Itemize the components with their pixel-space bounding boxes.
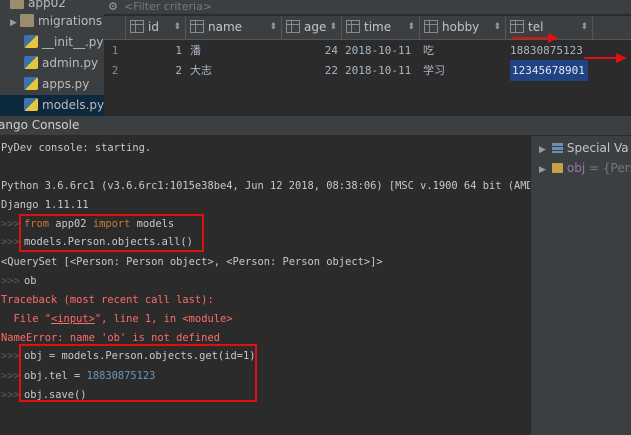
cell-name[interactable]: 潘 [190,40,280,61]
data-grid: ⚙ <Filter criteria> id ⬍ name ⬍ age ⬍ time ⬍ … [104,0,631,116]
console-title: ango Console [0,118,80,132]
console-line: Python 3.6.6rc1 (v3.6.6rc1:1015e38be4, J… [1,180,530,192]
column-header-hobby[interactable]: hobby ⬍ [420,16,506,39]
console-prompt: >>> [1,275,20,287]
column-header-age[interactable]: age ⬍ [282,16,342,39]
python-console[interactable]: PyDev console: starting. Python 3.6.6rc1… [0,136,530,435]
object-icon [551,163,563,173]
variables-panel: ▶ Special Va ▶ obj = {Pers [530,136,631,435]
console-input-line: ob [24,275,37,287]
console-tab-header[interactable]: ango Console [0,116,631,136]
console-line: PyDev console: starting. [1,142,152,154]
cell-hobby[interactable]: 学习 [423,60,503,81]
column-icon [286,20,300,33]
column-icon [190,20,204,33]
cell-time[interactable]: 2018-10-11 [345,40,419,61]
console-prompt: >>> [1,389,20,401]
traceback-line: File "<input>", line 1, in <module> [1,313,233,325]
console-prompt: >>> [1,218,20,230]
python-file-icon [24,35,38,48]
red-arrow-icon [584,53,627,63]
python-file-icon [24,98,38,111]
filter-input[interactable]: <Filter criteria> [124,0,212,13]
sort-icon[interactable]: ⬍ [407,16,415,39]
traceback-link[interactable]: <input> [51,313,95,325]
row-number-header [104,16,126,39]
column-icon [424,20,438,33]
variable-obj[interactable]: ▶ obj = {Pers [539,159,631,179]
cell-id[interactable]: 1 [126,40,182,61]
column-icon [346,20,360,33]
cell-time[interactable]: 2018-10-11 [345,60,419,81]
column-header-id[interactable]: id ⬍ [126,16,186,39]
project-tree: app02 ▶ migrations __init__.py admin.py a… [0,0,104,116]
cell-name[interactable]: 大志 [190,60,280,81]
error-line: NameError: name 'ob' is not defined [1,332,220,344]
sort-icon[interactable]: ⬍ [173,16,181,39]
column-icon [130,20,144,33]
variable-special[interactable]: ▶ Special Va [539,139,629,159]
tree-item-models[interactable]: models.py [0,95,104,116]
chevron-right-icon[interactable]: ▶ [539,165,546,175]
tree-item-init[interactable]: __init__.py [24,32,104,53]
cell-age[interactable]: 22 [282,60,338,81]
annotation-box [19,214,204,252]
chevron-right-icon[interactable]: ▶ [539,145,546,155]
console-line: Django 1.11.11 [1,199,89,211]
gear-icon[interactable]: ⚙ [108,0,118,13]
tree-item-apps[interactable]: apps.py [24,74,89,95]
column-header-name[interactable]: name ⬍ [186,16,282,39]
cell-id[interactable]: 2 [126,60,182,81]
tree-item-migrations[interactable]: ▶ migrations [10,11,102,32]
console-prompt: >>> [1,236,20,248]
tree-item-admin[interactable]: admin.py [24,53,98,74]
sort-icon[interactable]: ⬍ [329,16,337,39]
chevron-right-icon[interactable]: ▶ [10,13,20,34]
console-prompt: >>> [1,370,20,382]
python-file-icon [24,56,38,69]
filter-bar[interactable]: ⚙ <Filter criteria> [104,0,631,14]
annotation-box [19,344,257,402]
folder-icon [20,14,34,27]
annotation-arrows [512,33,627,63]
cell-age[interactable]: 24 [282,40,338,61]
console-prompt: >>> [1,350,20,362]
cell-hobby[interactable]: 吃 [423,40,503,61]
column-header-time[interactable]: time ⬍ [342,16,420,39]
traceback-line: Traceback (most recent call last): [1,294,214,306]
sort-icon[interactable]: ⬍ [269,16,277,39]
console-output-line: <QuerySet [<Person: Person object>, <Per… [1,256,383,268]
sort-icon[interactable]: ⬍ [493,16,501,39]
grid-icon [551,143,563,153]
python-file-icon [24,77,38,90]
folder-icon [10,0,24,9]
red-arrow-icon [512,33,558,43]
